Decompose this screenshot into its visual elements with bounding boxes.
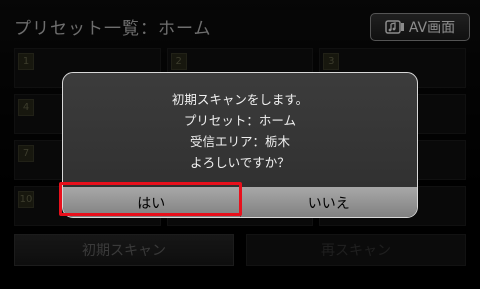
dialog-line-2: プリセット：ホーム — [183, 113, 297, 128]
yes-button[interactable]: はい — [63, 187, 240, 217]
no-button[interactable]: いいえ — [239, 187, 417, 217]
dialog-line-4: よろしいですか？ — [190, 155, 290, 170]
dialog-line-3: 受信エリア：栃木 — [189, 134, 290, 149]
dialog-button-bar: はい いいえ — [63, 187, 417, 217]
dialog-line-1: 初期スキャンをします。 — [171, 92, 309, 107]
dialog-message: 初期スキャンをします。 プリセット：ホーム 受信エリア：栃木 よろしいですか？ — [63, 89, 417, 173]
confirm-dialog: 初期スキャンをします。 プリセット：ホーム 受信エリア：栃木 よろしいですか？ … — [62, 72, 418, 218]
